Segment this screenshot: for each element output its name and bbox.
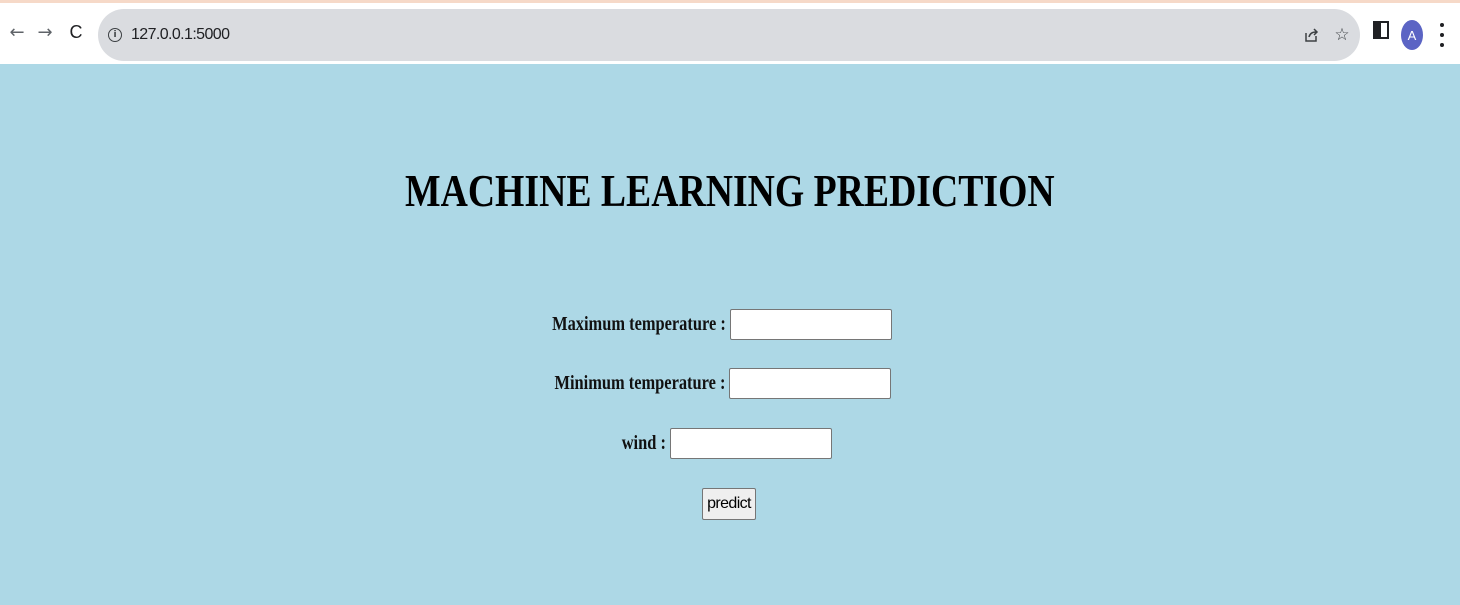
back-button[interactable]: ←	[4, 19, 30, 45]
forward-button[interactable]: →	[32, 19, 58, 45]
min-temperature-row: Minimum temperature :	[517, 368, 891, 399]
predict-button[interactable]: predict	[702, 488, 756, 520]
avatar-letter: A	[1407, 27, 1417, 43]
side-panel-icon[interactable]	[1373, 21, 1389, 39]
page-title: MACHINE LEARNING PREDICTION	[404, 165, 1055, 216]
info-glyph: i	[113, 30, 117, 40]
profile-avatar[interactable]: A	[1401, 20, 1423, 50]
more-menu-icon[interactable]	[1434, 23, 1450, 47]
address-bar[interactable]: i 127.0.0.1:5000 ☆	[98, 9, 1360, 61]
bookmark-star-icon[interactable]: ☆	[1329, 22, 1355, 48]
wind-label: wind :	[621, 432, 666, 454]
dot	[1440, 43, 1444, 47]
side-panel-fill	[1373, 21, 1381, 39]
dot	[1440, 23, 1444, 27]
page-content: MACHINE LEARNING PREDICTION Maximum temp…	[0, 64, 1460, 605]
reload-icon: C	[69, 21, 83, 42]
reload-button[interactable]: C	[63, 19, 89, 45]
forward-arrow-icon: →	[37, 21, 53, 43]
max-temperature-label: Maximum temperature :	[552, 313, 726, 335]
min-temperature-input[interactable]	[729, 368, 891, 399]
url-text: 127.0.0.1:5000	[131, 26, 230, 43]
wind-row: wind :	[612, 428, 832, 459]
share-svg	[1305, 28, 1319, 42]
share-icon[interactable]	[1298, 22, 1324, 48]
max-temperature-input[interactable]	[730, 309, 892, 340]
browser-toolbar: ← → C i 127.0.0.1:5000 ☆ A	[0, 0, 1460, 64]
star-glyph: ☆	[1334, 25, 1350, 45]
wind-input[interactable]	[670, 428, 832, 459]
back-arrow-icon: ←	[9, 21, 25, 43]
site-info-icon[interactable]: i	[108, 28, 122, 42]
dot	[1440, 33, 1444, 37]
min-temperature-label: Minimum temperature :	[554, 372, 725, 394]
max-temperature-row: Maximum temperature :	[514, 309, 892, 340]
